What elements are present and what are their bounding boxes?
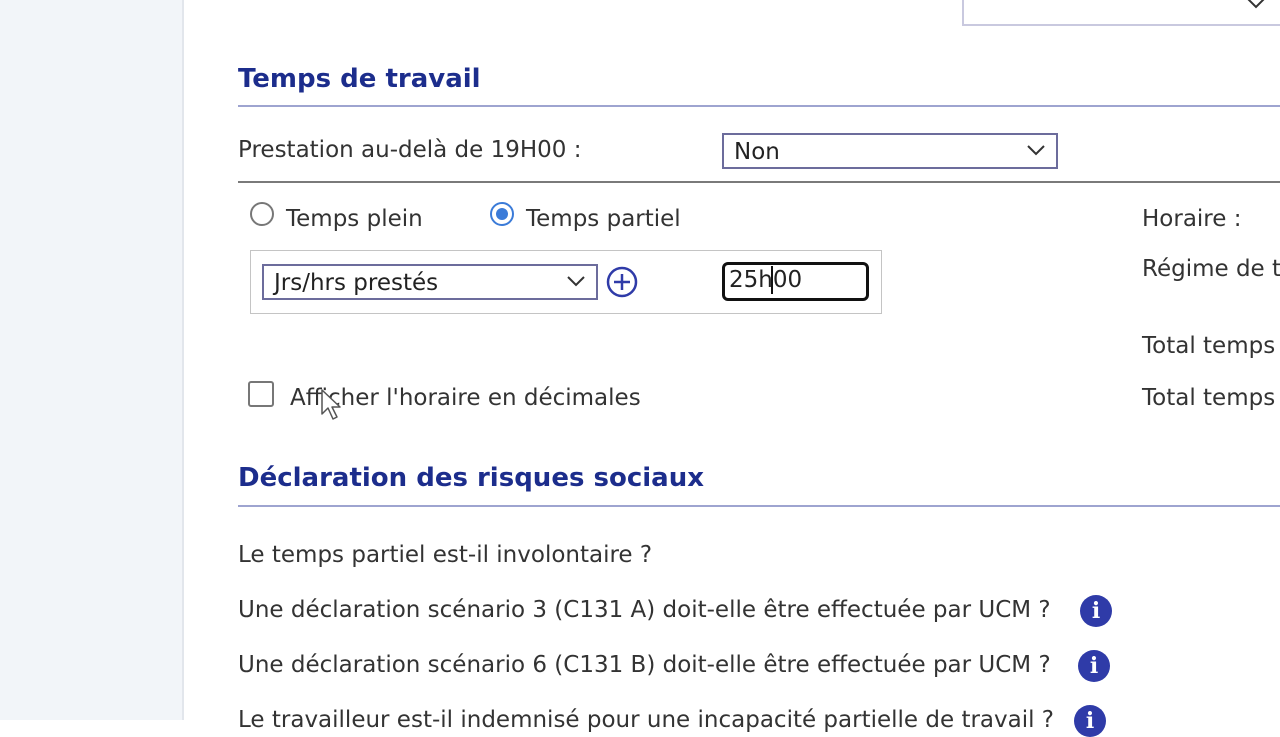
question-involontaire: Le temps partiel est-il involontaire ?	[238, 542, 653, 568]
decimal-checkbox-label[interactable]: Afficher l'horaire en décimales	[290, 385, 641, 411]
question-scenario-3: Une déclaration scénario 3 (C131 A) doit…	[238, 597, 1051, 623]
horaire-label: Horaire :	[1142, 206, 1242, 232]
left-sidebar	[0, 0, 184, 720]
prestation-select[interactable]: Non	[722, 133, 1058, 169]
mode-select[interactable]: Jrs/hrs prestés	[262, 264, 598, 300]
total-temps-label-2: Total temps	[1142, 385, 1276, 411]
radio-temps-partiel[interactable]	[490, 202, 514, 226]
hours-input[interactable]: 25h00	[722, 262, 869, 301]
radio-temps-partiel-label: Temps partiel	[526, 206, 681, 232]
chevron-down-icon	[1246, 0, 1266, 15]
prestation-label: Prestation au-delà de 19H00 :	[238, 137, 582, 163]
row-divider	[238, 181, 1280, 183]
prestation-select-value: Non	[734, 139, 780, 165]
add-circle-icon[interactable]	[606, 266, 638, 298]
question-scenario-6: Une déclaration scénario 6 (C131 B) doit…	[238, 652, 1051, 678]
chevron-down-icon	[1026, 143, 1046, 162]
regime-label: Régime de t	[1142, 256, 1280, 282]
radio-temps-plein-label: Temps plein	[286, 206, 423, 232]
decimal-checkbox[interactable]	[248, 381, 274, 407]
section-divider	[238, 505, 1280, 507]
section-divider	[238, 105, 1280, 107]
section-title-work-time: Temps de travail	[238, 64, 481, 94]
text-caret	[771, 266, 773, 294]
mouse-cursor-icon	[320, 388, 342, 426]
top-select[interactable]	[962, 0, 1280, 26]
info-icon[interactable]: i	[1080, 595, 1112, 627]
radio-temps-plein[interactable]	[250, 202, 274, 226]
section-title-social-risks: Déclaration des risques sociaux	[238, 463, 704, 493]
total-temps-label-1: Total temps	[1142, 333, 1276, 359]
question-incapacite: Le travailleur est-il indemnisé pour une…	[238, 707, 1055, 733]
chevron-down-icon	[566, 274, 586, 293]
info-icon[interactable]: i	[1074, 705, 1106, 737]
info-icon[interactable]: i	[1078, 650, 1110, 682]
mode-select-value: Jrs/hrs prestés	[274, 270, 439, 296]
